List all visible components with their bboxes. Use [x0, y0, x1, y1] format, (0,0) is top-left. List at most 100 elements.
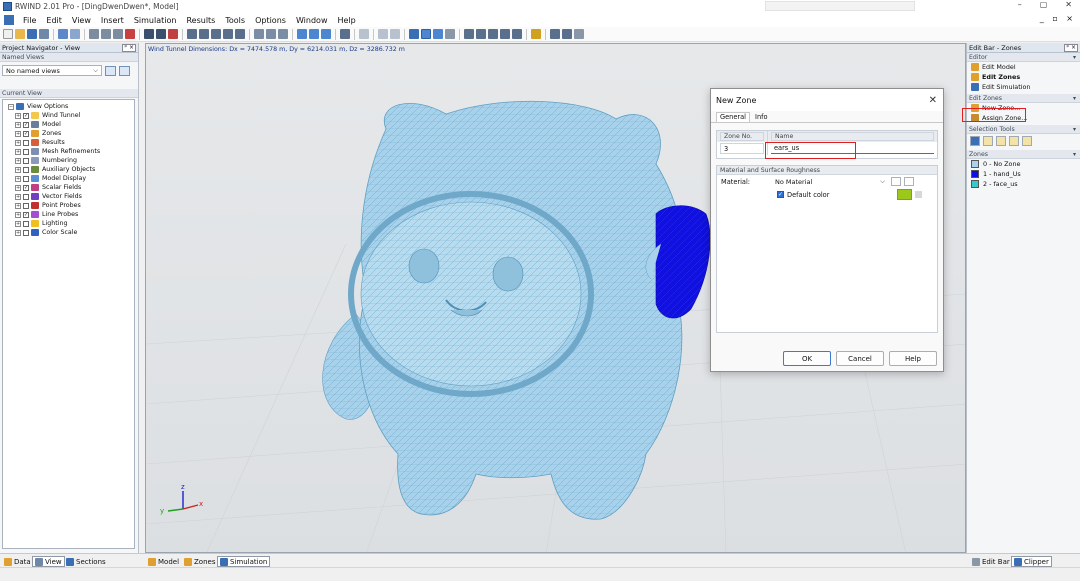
expand-icon[interactable]: +: [15, 175, 21, 182]
undo-icon[interactable]: [58, 29, 68, 39]
tree-item-mesh-refinements[interactable]: + Mesh Refinements: [3, 147, 134, 156]
tree-item-wind-tunnel[interactable]: + ✓ Wind Tunnel: [3, 111, 134, 120]
open-folder-icon[interactable]: [15, 29, 25, 39]
named-views-select[interactable]: No named views ⌵: [2, 65, 102, 76]
zoom-all-icon[interactable]: [235, 29, 245, 39]
selection-tools-header[interactable]: Selection Tools ▾: [967, 125, 1080, 134]
checkbox[interactable]: [23, 229, 29, 236]
menu-simulation[interactable]: Simulation: [129, 16, 182, 25]
redo-icon[interactable]: [70, 29, 80, 39]
save-icon[interactable]: [27, 29, 37, 39]
menu-help[interactable]: Help: [332, 16, 360, 25]
render-solid-icon[interactable]: [144, 29, 154, 39]
checkbox[interactable]: [23, 193, 29, 200]
tree-item-line-probes[interactable]: + ✓ Line Probes: [3, 210, 134, 219]
view-side-icon[interactable]: [223, 29, 233, 39]
print-icon[interactable]: [39, 29, 49, 39]
checkbox[interactable]: [23, 166, 29, 173]
checkbox[interactable]: [23, 139, 29, 146]
expand-icon[interactable]: +: [15, 193, 21, 200]
tree-item-lighting[interactable]: + Lighting: [3, 219, 134, 228]
snap-icon[interactable]: [113, 29, 123, 39]
zone-item-2[interactable]: 2 - face_us: [967, 179, 1080, 189]
tab-clipper[interactable]: Clipper: [1011, 556, 1052, 567]
select-pointer-icon[interactable]: [970, 136, 980, 146]
perspective-icon[interactable]: [309, 29, 319, 39]
maximize-button[interactable]: ▢: [1040, 0, 1048, 9]
pin-icon[interactable]: ᵖ ×: [122, 43, 136, 52]
checkbox[interactable]: [23, 175, 29, 182]
checkbox[interactable]: [23, 220, 29, 227]
tab-edit-bar[interactable]: Edit Bar: [970, 556, 1012, 567]
checkbox[interactable]: [23, 157, 29, 164]
zones-header[interactable]: Zones ▾: [967, 150, 1080, 159]
new-file-icon[interactable]: [3, 29, 13, 39]
menu-file[interactable]: File: [18, 16, 41, 25]
tab-model[interactable]: Model: [146, 556, 181, 567]
tab-view[interactable]: View: [32, 556, 65, 567]
export-icon[interactable]: [562, 29, 572, 39]
view-cube-icon[interactable]: [297, 29, 307, 39]
checkbox[interactable]: ✓: [23, 130, 29, 137]
title-search-box[interactable]: [765, 1, 915, 11]
grid-icon[interactable]: [101, 29, 111, 39]
mesh-icon[interactable]: [89, 29, 99, 39]
results-icon[interactable]: [531, 29, 541, 39]
more-tools-icon[interactable]: [574, 29, 584, 39]
select-brush-icon[interactable]: [1022, 136, 1032, 146]
menu-options[interactable]: Options: [250, 16, 291, 25]
tree-item-vector-fields[interactable]: + Vector Fields: [3, 192, 134, 201]
vector-icon[interactable]: [500, 29, 510, 39]
expand-icon[interactable]: +: [15, 229, 21, 236]
expand-icon[interactable]: +: [15, 166, 21, 173]
measure-icon[interactable]: [359, 29, 369, 39]
streamline-icon[interactable]: [488, 29, 498, 39]
material-select[interactable]: No Material ⌵: [772, 176, 888, 187]
tree-item-auxiliary-objects[interactable]: + Auxiliary Objects: [3, 165, 134, 174]
collapse-icon[interactable]: −: [8, 103, 14, 110]
editor-header[interactable]: Editor ▾: [967, 53, 1080, 62]
tree-item-color-scale[interactable]: + Color Scale: [3, 228, 134, 237]
expand-icon[interactable]: +: [15, 184, 21, 191]
zone-item-1[interactable]: 1 - hand_Us: [967, 169, 1080, 179]
expand-icon[interactable]: +: [15, 130, 21, 137]
expand-icon[interactable]: +: [15, 148, 21, 155]
expand-icon[interactable]: +: [15, 139, 21, 146]
tree-item-scalar-fields[interactable]: + ✓ Scalar Fields: [3, 183, 134, 192]
menu-insert[interactable]: Insert: [96, 16, 129, 25]
menu-tools[interactable]: Tools: [220, 16, 250, 25]
tree-item-model-display[interactable]: + Model Display: [3, 174, 134, 183]
checkbox[interactable]: ✓: [23, 121, 29, 128]
probe-point-icon[interactable]: [464, 29, 474, 39]
checkbox[interactable]: ✓: [23, 211, 29, 218]
tree-item-view-options[interactable]: − View Options: [3, 102, 134, 111]
edit-zones-item[interactable]: Edit Zones: [967, 72, 1080, 82]
zone-paint-icon[interactable]: [433, 29, 443, 39]
expand-icon[interactable]: +: [15, 211, 21, 218]
ok-button[interactable]: OK: [783, 351, 831, 366]
material-library-icon[interactable]: [904, 177, 915, 186]
checkbox[interactable]: ✓: [23, 112, 29, 119]
section-icon[interactable]: [340, 29, 350, 39]
probe-line-icon[interactable]: [476, 29, 486, 39]
tab-zones[interactable]: Zones: [182, 556, 217, 567]
zone-item-0[interactable]: 0 - No Zone: [967, 159, 1080, 169]
select-zone-icon[interactable]: [996, 136, 1006, 146]
tab-sections[interactable]: Sections: [64, 556, 108, 567]
rotate-icon[interactable]: [266, 29, 276, 39]
checkbox[interactable]: ✓: [23, 184, 29, 191]
tree-item-model[interactable]: + ✓ Model: [3, 120, 134, 129]
select-single-icon[interactable]: [983, 136, 993, 146]
color-picker-icon[interactable]: [915, 191, 922, 198]
edit-model-item[interactable]: Edit Model: [967, 62, 1080, 72]
menu-view[interactable]: View: [67, 16, 96, 25]
zone-select-icon[interactable]: [421, 29, 431, 39]
checkbox[interactable]: [23, 148, 29, 155]
close-icon[interactable]: ✕: [929, 95, 937, 106]
manage-views-icon[interactable]: [119, 65, 130, 76]
tree-item-zones[interactable]: + ✓ Zones: [3, 129, 134, 138]
checkbox[interactable]: [23, 202, 29, 209]
expand-icon[interactable]: +: [15, 121, 21, 128]
view-iso-icon[interactable]: [187, 29, 197, 39]
menu-edit[interactable]: Edit: [41, 16, 67, 25]
